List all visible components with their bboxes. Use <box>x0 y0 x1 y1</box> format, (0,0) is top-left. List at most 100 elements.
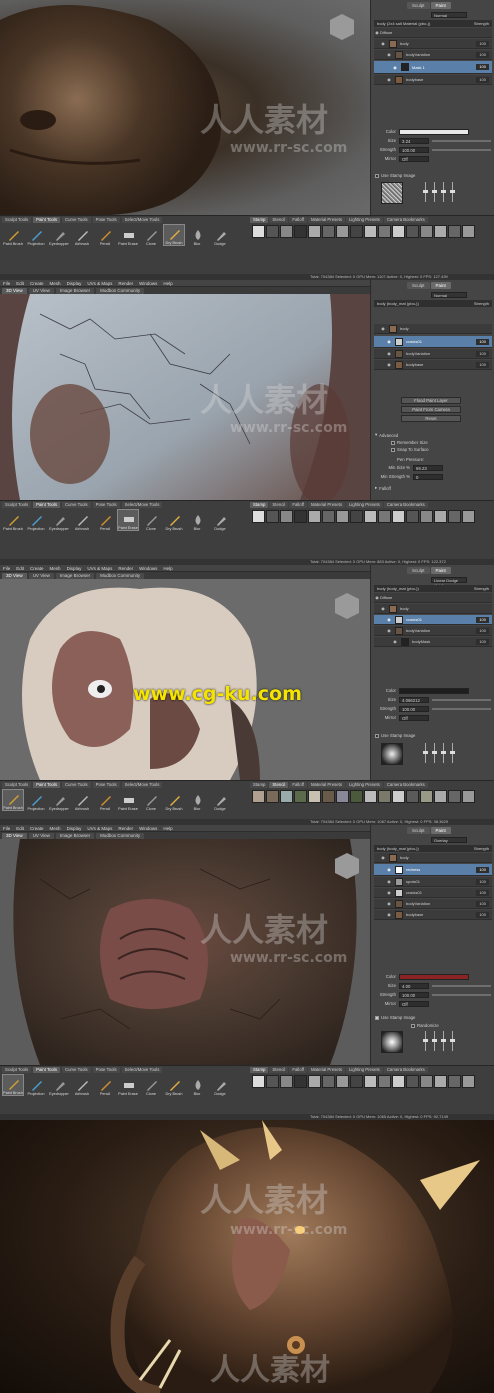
tab-paint[interactable]: Paint <box>430 282 451 289</box>
tab-curve-tools[interactable]: Curve Tools <box>62 501 91 508</box>
stamp-library[interactable] <box>252 510 492 528</box>
stamp-sliders[interactable] <box>411 182 467 204</box>
tab-stamp[interactable]: Stamp <box>250 1066 269 1073</box>
use-stamp-checkbox[interactable]: Use Stamp Image <box>375 1015 415 1020</box>
advanced-section[interactable]: ▾ Advanced <box>375 432 398 438</box>
layer-row[interactable]: ◉ Diffuse <box>374 593 492 603</box>
viewport-3d[interactable] <box>0 839 370 1065</box>
airbrush-tool[interactable]: Airbrush <box>71 224 93 246</box>
tab-stencil[interactable]: Stencil <box>269 1066 289 1073</box>
tab-select-tools[interactable]: Select/Move Tools <box>121 216 163 223</box>
layer-row[interactable]: ◉ body <box>374 853 492 863</box>
dry-brush-tool[interactable]: Dry Brush <box>163 1074 185 1096</box>
projection-tool[interactable]: Projection <box>25 509 47 531</box>
tab-stamp[interactable]: Stamp <box>250 501 269 508</box>
stencil-library[interactable] <box>252 790 492 808</box>
tab-stencil[interactable]: Stencil <box>269 781 289 788</box>
tab-mudbox-community[interactable]: Mudbox Community <box>96 832 145 839</box>
menu-windows[interactable]: Windows <box>139 281 157 286</box>
dodge-tool[interactable]: Dodge <box>209 224 231 246</box>
tab-camera-bookmarks[interactable]: Camera Bookmarks <box>383 501 428 508</box>
pencil-tool[interactable]: Pencil <box>94 509 116 531</box>
falloff-section[interactable]: ▸ Falloff <box>375 485 391 491</box>
layer-row-selected[interactable]: ◉ cracks01 100 <box>374 615 492 625</box>
size-prop[interactable]: Size 3.24 <box>375 137 491 144</box>
mirror-prop[interactable]: Mirror Off <box>375 714 491 721</box>
dry-brush-tool[interactable]: Dry Brush <box>163 509 185 531</box>
clone-tool[interactable]: Clone <box>140 789 162 811</box>
tab-lighting-presets[interactable]: Lighting Presets <box>346 501 383 508</box>
tab-material-presets[interactable]: Material Presets <box>307 501 345 508</box>
layer-row[interactable]: ◉ bodybase 100 <box>374 360 492 370</box>
mirror-prop[interactable]: Mirror Off <box>375 155 491 162</box>
tab-uv-view[interactable]: UV View <box>28 572 54 579</box>
paint-brush-tool[interactable]: Paint Brush <box>2 509 24 531</box>
menu-file[interactable]: File <box>3 566 10 571</box>
color-swatch[interactable] <box>399 128 469 135</box>
eyedropper-tool[interactable]: Eyedropper <box>48 789 70 811</box>
tab-select-tools[interactable]: Select/Move Tools <box>121 781 163 788</box>
layer-row[interactable]: ◉ Diffuse <box>374 28 492 38</box>
menu-display[interactable]: Display <box>67 281 82 286</box>
airbrush-tool[interactable]: Airbrush <box>71 789 93 811</box>
paint-erase-tool[interactable]: Paint Erase <box>117 224 139 246</box>
use-stamp-checkbox[interactable]: Use Stamp Image <box>375 733 415 738</box>
airbrush-tool[interactable]: Airbrush <box>71 509 93 531</box>
eyedropper-tool[interactable]: Eyedropper <box>48 224 70 246</box>
menu-mesh[interactable]: Mesh <box>50 566 61 571</box>
menu-display[interactable]: Display <box>67 566 82 571</box>
projection-tool[interactable]: Projection <box>25 1074 47 1096</box>
randomize-checkbox[interactable]: Randomize <box>411 1023 439 1028</box>
eyedropper-tool[interactable]: Eyedropper <box>48 509 70 531</box>
tab-pose-tools[interactable]: Pose Tools <box>92 216 120 223</box>
menu-render[interactable]: Render <box>118 566 133 571</box>
flood-paint-layer-button[interactable]: Flood Paint Layer <box>401 397 461 404</box>
color-swatch[interactable] <box>399 973 469 980</box>
viewport-3d[interactable] <box>0 0 370 215</box>
tab-camera-bookmarks[interactable]: Camera Bookmarks <box>383 216 428 223</box>
tab-material-presets[interactable]: Material Presets <box>307 216 345 223</box>
layer-row[interactable]: ◉ bodyVariation 100 <box>374 899 492 909</box>
layer-row[interactable]: ◉ bodybase 100 <box>374 75 492 85</box>
layer-row[interactable]: ◉ body <box>374 324 492 334</box>
dodge-tool[interactable]: Dodge <box>209 789 231 811</box>
menu-create[interactable]: Create <box>30 566 44 571</box>
menu-edit[interactable]: Edit <box>16 566 24 571</box>
stamp-sliders[interactable] <box>411 1031 467 1053</box>
menu-file[interactable]: File <box>3 826 10 831</box>
menu-help[interactable]: Help <box>163 281 172 286</box>
tab-mudbox-community[interactable]: Mudbox Community <box>96 287 145 294</box>
tab-paint-tools[interactable]: Paint Tools <box>33 501 61 508</box>
layer-row[interactable]: ◉ bodyMask 100 <box>374 637 492 647</box>
tab-falloff[interactable]: Falloff <box>289 216 307 223</box>
menu-edit[interactable]: Edit <box>16 826 24 831</box>
tab-curve-tools[interactable]: Curve Tools <box>62 216 91 223</box>
tab-3d-view[interactable]: 3D View <box>2 832 27 839</box>
paint-brush-tool[interactable]: Paint Brush <box>2 789 24 811</box>
tab-pose-tools[interactable]: Pose Tools <box>92 1066 120 1073</box>
layer-row[interactable]: ◉ bodyVariation 100 <box>374 349 492 359</box>
menu-file[interactable]: File <box>3 281 10 286</box>
paint-brush-tool[interactable]: Paint Brush <box>2 224 24 246</box>
menu-display[interactable]: Display <box>67 826 82 831</box>
tab-paint-tools[interactable]: Paint Tools <box>33 781 61 788</box>
tab-curve-tools[interactable]: Curve Tools <box>62 1066 91 1073</box>
tab-3d-view[interactable]: 3D View <box>2 572 27 579</box>
dry-brush-tool[interactable]: Dry Brush <box>163 224 185 246</box>
tab-material-presets[interactable]: Material Presets <box>307 1066 345 1073</box>
tab-stamp[interactable]: Stamp <box>250 781 269 788</box>
clone-tool[interactable]: Clone <box>140 509 162 531</box>
menu-mesh[interactable]: Mesh <box>50 826 61 831</box>
paint-erase-tool[interactable]: Paint Erase <box>117 1074 139 1096</box>
blur-tool[interactable]: Blur <box>186 789 208 811</box>
tab-stencil[interactable]: Stencil <box>269 216 289 223</box>
menu-create[interactable]: Create <box>30 281 44 286</box>
tab-sculpt[interactable]: Sculpt <box>407 2 430 9</box>
blur-tool[interactable]: Blur <box>186 224 208 246</box>
tab-pose-tools[interactable]: Pose Tools <box>92 501 120 508</box>
blur-tool[interactable]: Blur <box>186 509 208 531</box>
layer-row-selected[interactable]: ◉ Mask 1 100 <box>374 61 492 74</box>
tab-image-browser[interactable]: Image Browser <box>55 832 95 839</box>
tab-image-browser[interactable]: Image Browser <box>55 287 95 294</box>
tab-camera-bookmarks[interactable]: Camera Bookmarks <box>383 781 428 788</box>
